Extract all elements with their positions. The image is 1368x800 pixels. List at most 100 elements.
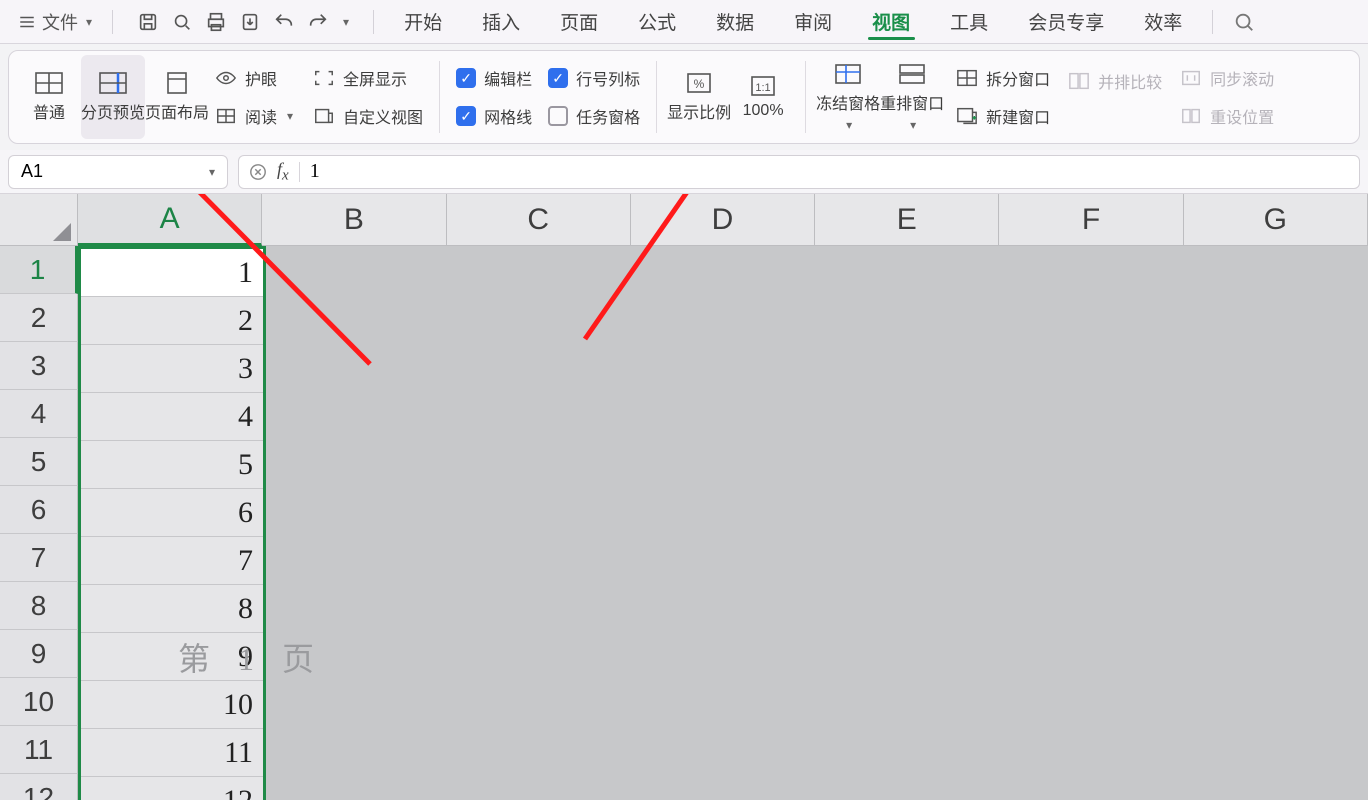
tab-视图[interactable]: 视图 <box>852 0 930 43</box>
split-icon <box>956 68 978 88</box>
fx-icon[interactable]: fx <box>277 159 289 185</box>
cell[interactable]: 6 <box>81 489 263 537</box>
name-box[interactable]: A1 ▾ <box>8 155 228 189</box>
row-header[interactable]: 2 <box>0 294 78 342</box>
arrange-windows-button[interactable]: 重排窗口▾ <box>880 55 944 139</box>
check-gridlines[interactable]: ✓ 网格线 <box>450 102 538 130</box>
row-header[interactable]: 7 <box>0 534 78 582</box>
cell[interactable]: 12 <box>81 777 263 800</box>
group-window: 冻结窗格▾ 重排窗口▾ 拆分窗口 新建窗口 并排比较 x <box>816 55 1280 139</box>
cell[interactable]: 2 <box>81 297 263 345</box>
tab-插入[interactable]: 插入 <box>462 0 540 43</box>
cell[interactable]: 9 <box>81 633 263 681</box>
zoom-100-label: 100% <box>743 102 784 120</box>
cells-area[interactable]: 123456789101112 第 1 页 <box>78 246 1368 800</box>
row-header[interactable]: 9 <box>0 630 78 678</box>
row-header[interactable]: 5 <box>0 438 78 486</box>
reset-pos-button: 重设位置 <box>1174 102 1280 130</box>
custom-view-button[interactable]: 自定义视图 <box>307 102 429 130</box>
cancel-icon[interactable] <box>249 163 267 181</box>
chevron-down-icon[interactable]: ▾ <box>343 15 349 29</box>
fullscreen-button[interactable]: 全屏显示 <box>307 64 429 92</box>
redo-icon[interactable] <box>307 11 329 33</box>
tab-公式[interactable]: 公式 <box>618 0 696 43</box>
group-zoom: % 显示比例 1:1 100% <box>667 55 795 139</box>
name-box-value: A1 <box>21 161 43 182</box>
split-window-button[interactable]: 拆分窗口 <box>950 64 1056 92</box>
separator <box>373 10 374 34</box>
tab-数据[interactable]: 数据 <box>696 0 774 43</box>
view-pagebreak-label: 分页预览 <box>81 99 145 123</box>
group-display: 护眼 阅读▾ 全屏显示 自定义视图 <box>209 55 429 139</box>
column-header[interactable]: D <box>631 194 815 246</box>
column-header[interactable]: B <box>262 194 446 246</box>
file-menu-button[interactable]: 文件 ▾ <box>8 5 102 39</box>
cell[interactable]: 11 <box>81 729 263 777</box>
row-header[interactable]: 12 <box>0 774 78 800</box>
freeze-panes-button[interactable]: 冻结窗格▾ <box>816 55 880 139</box>
view-pagebreak-button[interactable]: 分页预览 <box>81 55 145 139</box>
row-header[interactable]: 4 <box>0 390 78 438</box>
save-icon[interactable] <box>137 11 159 33</box>
tab-效率[interactable]: 效率 <box>1124 0 1202 43</box>
column-header[interactable]: G <box>1184 194 1368 246</box>
select-all-corner[interactable] <box>0 194 78 246</box>
separator <box>299 162 300 182</box>
view-normal-button[interactable]: 普通 <box>17 55 81 139</box>
check-taskpane[interactable]: ✓ 任务窗格 <box>542 102 646 130</box>
worksheet[interactable]: ABCDEFG 123456789101112 123456789101112 … <box>0 194 1368 800</box>
column-header[interactable]: E <box>815 194 999 246</box>
column-headers: ABCDEFG <box>78 194 1368 246</box>
row-header[interactable]: 3 <box>0 342 78 390</box>
chevron-down-icon: ▾ <box>910 118 916 132</box>
print-area-colA[interactable]: 123456789101112 <box>78 246 266 800</box>
formula-bar[interactable]: fx 1 <box>238 155 1360 189</box>
cell[interactable]: 1 <box>81 249 263 297</box>
print-icon[interactable] <box>205 11 227 33</box>
tab-审阅[interactable]: 审阅 <box>774 0 852 43</box>
tab-页面[interactable]: 页面 <box>540 0 618 43</box>
formula-bar-row: A1 ▾ fx 1 <box>0 150 1368 194</box>
column-header[interactable]: C <box>447 194 631 246</box>
new-window-button[interactable]: 新建窗口 <box>950 102 1056 130</box>
zoom-button[interactable]: % 显示比例 <box>667 55 731 139</box>
row-header[interactable]: 8 <box>0 582 78 630</box>
cell[interactable]: 3 <box>81 345 263 393</box>
side-by-side-button: 并排比较 <box>1062 67 1168 95</box>
cell[interactable]: 7 <box>81 537 263 585</box>
view-pagelayout-button[interactable]: 页面布局 <box>145 55 209 139</box>
tab-工具[interactable]: 工具 <box>930 0 1008 43</box>
tab-会员专享[interactable]: 会员专享 <box>1008 0 1124 43</box>
zoom-100-button[interactable]: 1:1 100% <box>731 55 795 139</box>
row-header[interactable]: 1 <box>0 246 78 294</box>
file-menu-label: 文件 <box>42 9 78 35</box>
cell[interactable]: 8 <box>81 585 263 633</box>
cell[interactable]: 10 <box>81 681 263 729</box>
ribbon-tabs: 开始插入页面公式数据审阅视图工具会员专享效率 <box>384 0 1202 43</box>
view-normal-label: 普通 <box>33 99 65 123</box>
read-icon <box>215 106 237 126</box>
check-headings[interactable]: ✓ 行号列标 <box>542 64 646 92</box>
cell[interactable]: 5 <box>81 441 263 489</box>
chevron-down-icon[interactable]: ▾ <box>209 165 215 179</box>
arrange-icon <box>897 62 927 86</box>
menu-icon <box>18 13 36 31</box>
export-icon[interactable] <box>239 11 261 33</box>
row-header[interactable]: 11 <box>0 726 78 774</box>
separator <box>656 61 657 133</box>
undo-icon[interactable] <box>273 11 295 33</box>
row-header[interactable]: 10 <box>0 678 78 726</box>
tab-开始[interactable]: 开始 <box>384 0 462 43</box>
check-taskpane-label: 任务窗格 <box>576 104 640 128</box>
column-header[interactable]: A <box>78 194 262 246</box>
chevron-down-icon: ▾ <box>846 118 852 132</box>
check-formula-bar[interactable]: ✓ 编辑栏 <box>450 64 538 92</box>
search-icon[interactable] <box>1233 11 1255 33</box>
read-mode-button[interactable]: 阅读▾ <box>209 102 299 130</box>
print-preview-icon[interactable] <box>171 11 193 33</box>
eye-protect-button[interactable]: 护眼 <box>209 64 299 92</box>
column-header[interactable]: F <box>999 194 1183 246</box>
cell[interactable]: 4 <box>81 393 263 441</box>
row-header[interactable]: 6 <box>0 486 78 534</box>
check-headings-label: 行号列标 <box>576 66 640 90</box>
